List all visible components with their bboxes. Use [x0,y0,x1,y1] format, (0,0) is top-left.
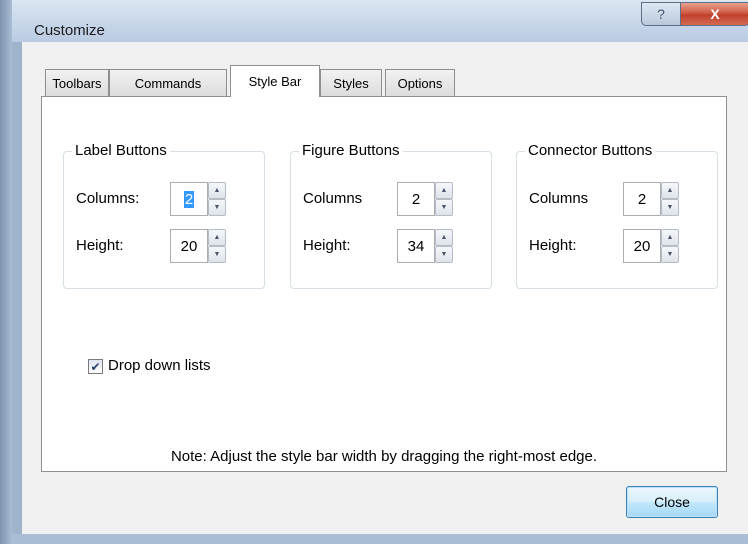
help-icon: ? [657,6,665,22]
checkmark-icon: ✔ [90,359,101,374]
up-arrow-icon: ▲ [666,234,674,241]
up-arrow-icon: ▲ [213,234,221,241]
group-title: Connector Buttons [525,142,656,159]
spin-up-button[interactable]: ▲ [208,229,226,246]
up-arrow-icon: ▲ [666,187,674,194]
customize-dialog: Customize ? X Toolbars Commands Style Ba… [0,0,748,544]
spin-down-button[interactable]: ▼ [661,246,679,263]
height-value: 34 [407,237,425,255]
figure-height-spinner[interactable]: ▲ ▼ [435,229,453,263]
tab-label: Commands [134,75,202,91]
close-button[interactable]: Close [626,486,718,518]
label-height-spinner[interactable]: ▲ ▼ [208,229,226,263]
figure-buttons-group: Figure Buttons Columns 2 ▲ ▼ Height: 34 … [290,142,492,289]
spin-down-button[interactable]: ▼ [208,199,226,216]
tab-commands[interactable]: Commands [109,69,227,96]
columns-value: 2 [183,190,195,208]
height-label: Height: [529,237,577,254]
spin-down-button[interactable]: ▼ [435,199,453,216]
label-columns-spinner[interactable]: ▲ ▼ [208,182,226,216]
height-label: Height: [76,237,124,254]
figure-columns-spinner[interactable]: ▲ ▼ [435,182,453,216]
columns-label: Columns: [76,190,140,207]
spin-down-button[interactable]: ▼ [661,199,679,216]
up-arrow-icon: ▲ [440,234,448,241]
spin-down-button[interactable]: ▼ [435,246,453,263]
tab-styles[interactable]: Styles [320,69,382,96]
spin-up-button[interactable]: ▲ [661,229,679,246]
up-arrow-icon: ▲ [440,187,448,194]
down-arrow-icon: ▼ [666,251,674,258]
group-title: Label Buttons [72,142,170,159]
connector-columns-spinner[interactable]: ▲ ▼ [661,182,679,216]
connector-buttons-group: Connector Buttons Columns 2 ▲ ▼ Height: … [516,142,718,289]
columns-label: Columns [303,190,363,207]
figure-height-input[interactable]: 34 [397,229,435,263]
spin-up-button[interactable]: ▲ [208,182,226,199]
tab-label: Styles [333,75,369,91]
tab-toolbars[interactable]: Toolbars [45,69,109,96]
tab-label: Style Bar [248,74,302,89]
dialog-body: Toolbars Commands Style Bar Styles Optio… [22,42,748,534]
close-icon: X [710,6,720,22]
spin-up-button[interactable]: ▲ [435,229,453,246]
tab-label: Toolbars [52,75,102,91]
figure-columns-input[interactable]: 2 [397,182,435,216]
group-title: Figure Buttons [299,142,403,159]
window-frame-bottom [12,534,748,544]
columns-value: 2 [637,190,647,208]
label-buttons-group: Label Buttons Columns: 2 ▲ ▼ Height: 20 … [63,142,265,289]
height-value: 20 [633,237,651,255]
window-title: Customize [34,22,105,39]
connector-height-spinner[interactable]: ▲ ▼ [661,229,679,263]
tab-options[interactable]: Options [385,69,455,96]
title-bar[interactable]: Customize ? X [12,0,748,42]
height-label: Height: [303,237,351,254]
connector-columns-input[interactable]: 2 [623,182,661,216]
down-arrow-icon: ▼ [440,204,448,211]
columns-value: 2 [411,190,421,208]
up-arrow-icon: ▲ [213,187,221,194]
window-frame-left [0,0,12,544]
spin-up-button[interactable]: ▲ [661,182,679,199]
spin-up-button[interactable]: ▲ [435,182,453,199]
down-arrow-icon: ▼ [213,251,221,258]
tab-style-bar[interactable]: Style Bar [230,65,320,97]
spin-down-button[interactable]: ▼ [208,246,226,263]
window-close-button[interactable]: X [680,2,748,26]
connector-height-input[interactable]: 20 [623,229,661,263]
label-columns-input[interactable]: 2 [170,182,208,216]
style-bar-note: Note: Adjust the style bar width by drag… [170,448,598,465]
help-button[interactable]: ? [641,2,681,26]
down-arrow-icon: ▼ [440,251,448,258]
label-height-input[interactable]: 20 [170,229,208,263]
down-arrow-icon: ▼ [666,204,674,211]
drop-down-lists-label[interactable]: Drop down lists [108,357,211,374]
style-bar-panel: Label Buttons Columns: 2 ▲ ▼ Height: 20 … [41,96,727,472]
columns-label: Columns [529,190,589,207]
drop-down-lists-checkbox[interactable]: ✔ [88,359,103,374]
close-button-label: Close [654,494,690,510]
tab-label: Options [397,75,443,91]
down-arrow-icon: ▼ [213,204,221,211]
height-value: 20 [180,237,198,255]
